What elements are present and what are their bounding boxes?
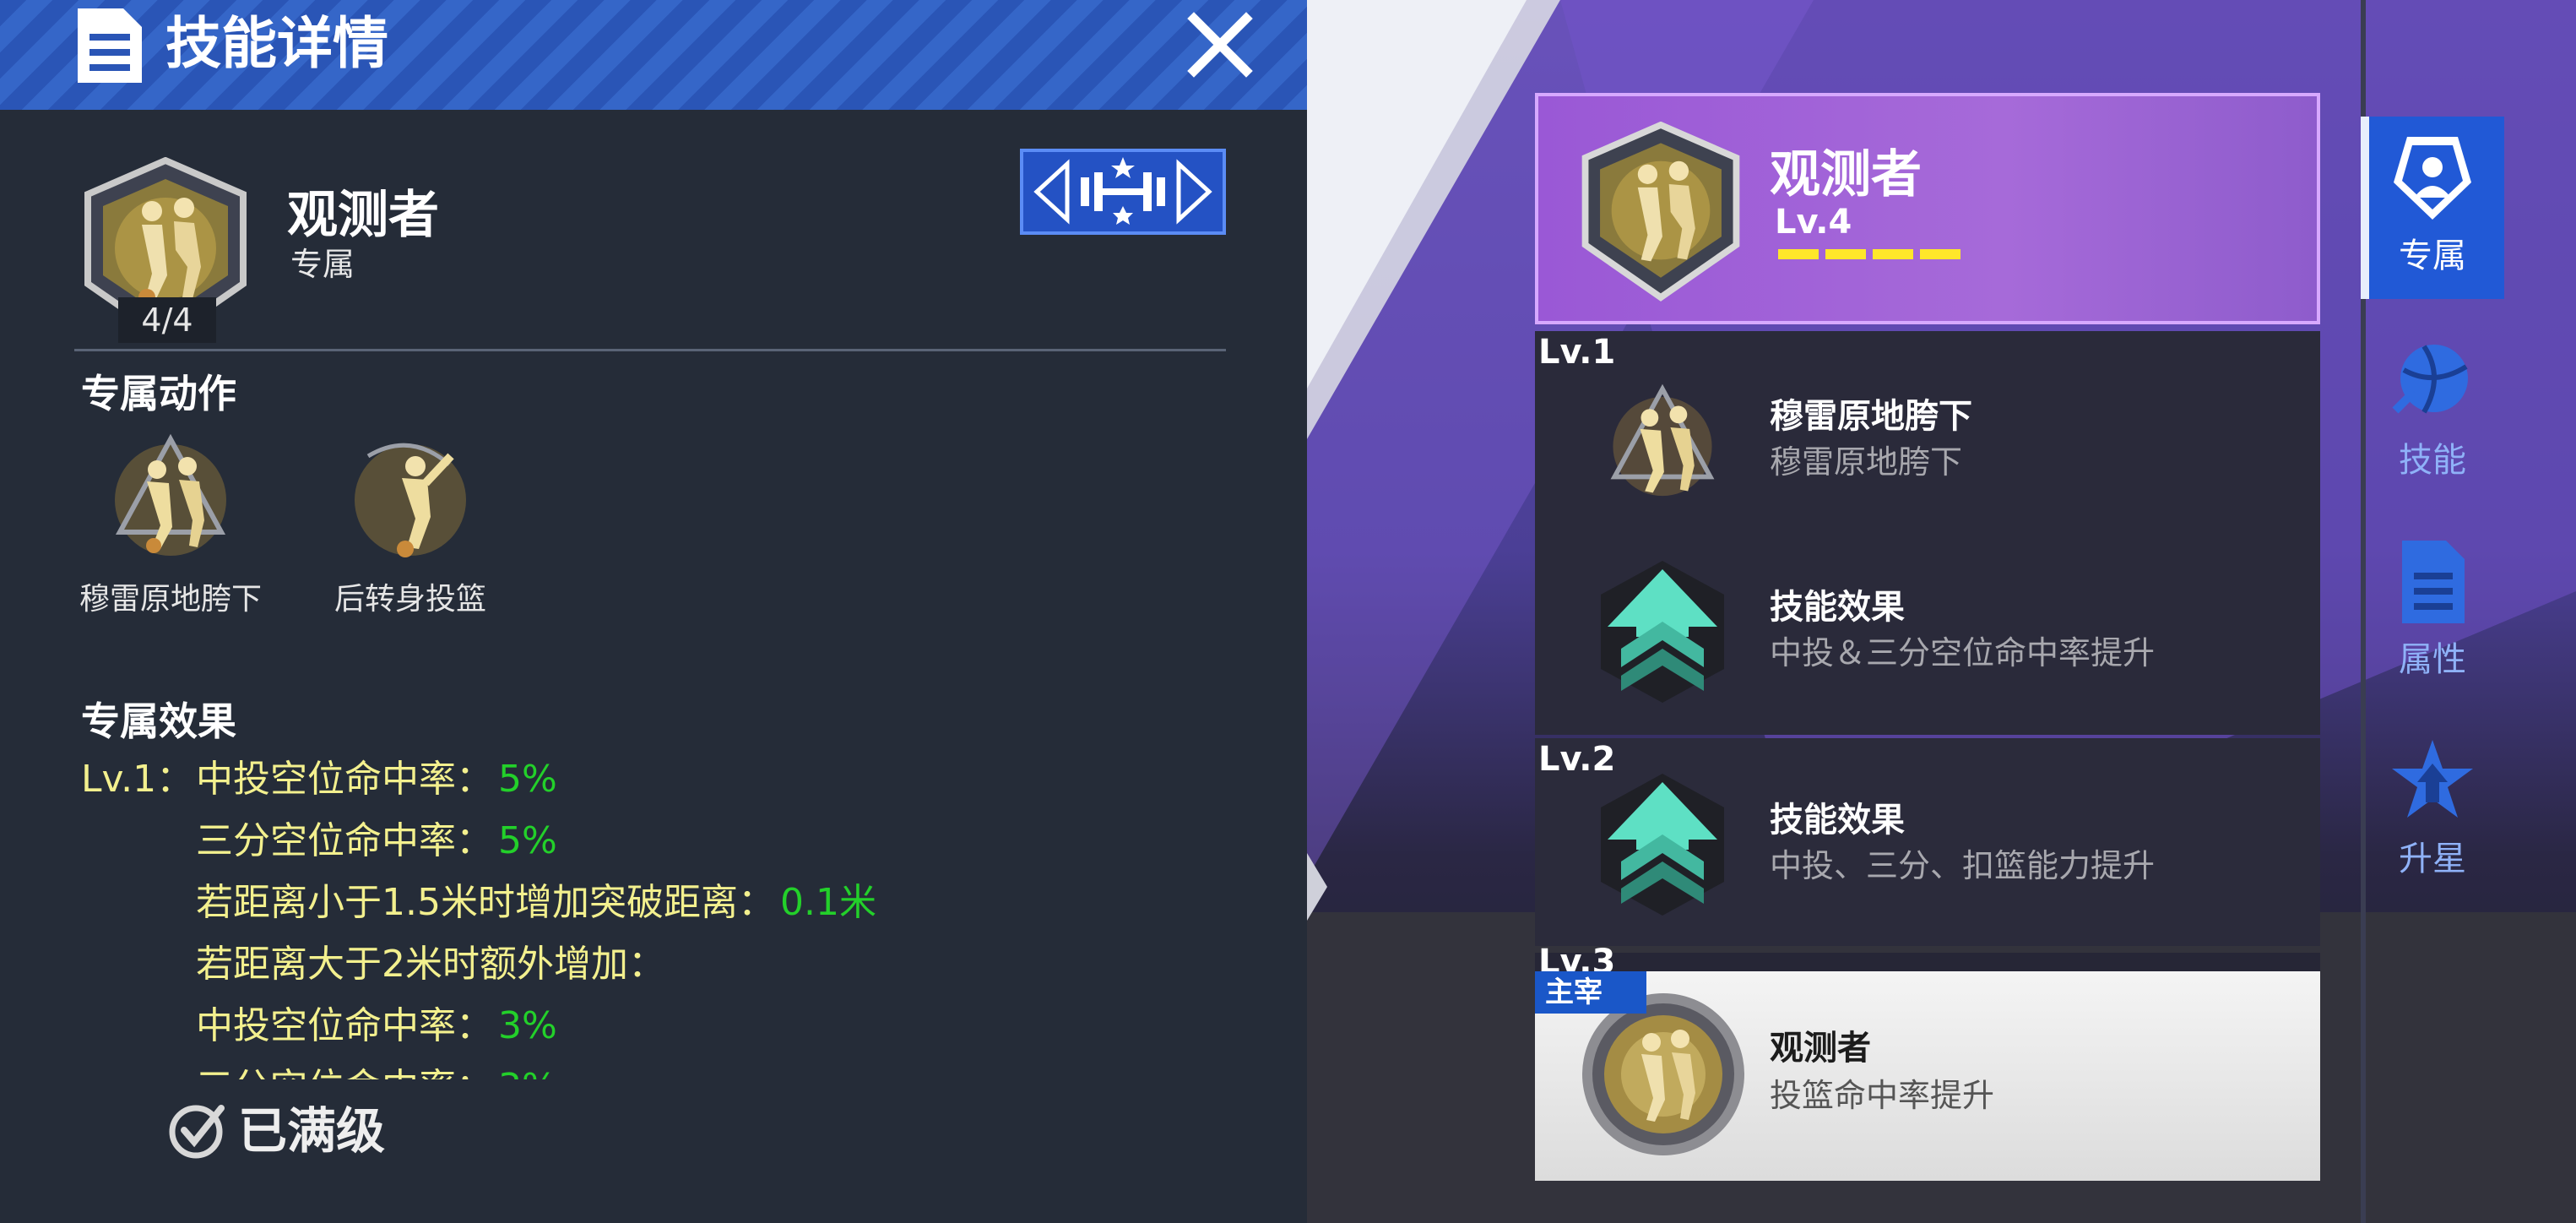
crossover-move-icon bbox=[115, 433, 226, 556]
unlock-row[interactable]: 技能效果 中投、三分、扣篮能力提升 bbox=[1535, 750, 2320, 944]
upgrade-arrow-icon bbox=[1601, 774, 1724, 916]
unlock-desc: 中投、三分、扣篮能力提升 bbox=[1770, 847, 2156, 884]
tab-attributes[interactable]: 属性 bbox=[2361, 520, 2504, 699]
effect-row: 三分空位命中率： 5% bbox=[196, 819, 557, 862]
max-level-label: 已满级 bbox=[238, 1102, 386, 1160]
level-bar bbox=[1825, 249, 1866, 259]
tab-label: 属性 bbox=[2399, 640, 2466, 679]
document-icon bbox=[2402, 541, 2465, 623]
master-skill-card[interactable]: 观测者 投篮命中率提升 bbox=[1535, 971, 2320, 1181]
effect-row: 若距离大于2米时额外增加： bbox=[196, 943, 665, 986]
skill-subtitle: 专属 bbox=[290, 246, 355, 283]
effect-row: 若距离小于1.5米时增加突破距离： 0.1米 bbox=[196, 881, 876, 924]
tab-exclusive[interactable]: 专属 bbox=[2361, 117, 2504, 299]
unlock-desc: 穆雷原地胯下 bbox=[1770, 443, 1963, 481]
level-bar bbox=[1778, 249, 1819, 259]
action-item[interactable]: 穆雷原地胯下 bbox=[69, 422, 272, 618]
skill-name: 观测者 bbox=[287, 186, 439, 245]
panel-header: 技能详情 bbox=[0, 0, 1307, 110]
divider bbox=[74, 349, 1226, 351]
master-badge-icon bbox=[1582, 993, 1744, 1155]
level-progress-bars bbox=[1778, 247, 1967, 263]
effect-row: Lv.1：中投空位命中率： 5% bbox=[81, 758, 557, 801]
unlock-title: 技能效果 bbox=[1770, 801, 1905, 840]
card-level: Lv.4 bbox=[1775, 203, 1852, 242]
current-level-card: 观测者 Lv.4 bbox=[1535, 93, 2320, 324]
dribble-type-icon bbox=[1020, 149, 1226, 235]
exclusive-effects-title: 专属效果 bbox=[81, 698, 236, 744]
upgrade-arrow-icon bbox=[1601, 561, 1724, 703]
unlock-desc: 中投＆三分空位命中率提升 bbox=[1770, 634, 2156, 671]
tab-skill[interactable]: 技能 bbox=[2361, 321, 2504, 500]
skill-detail-panel: 技能详情 4/4 观测者 专属 专属动作 穆雷原地胯下 后转身投篮 专属效果 L… bbox=[0, 0, 1307, 1223]
exclusive-icon bbox=[2394, 137, 2471, 220]
tab-label: 技能 bbox=[2399, 441, 2466, 480]
exclusive-actions-title: 专属动作 bbox=[81, 371, 236, 416]
turnaround-shot-icon bbox=[355, 443, 466, 557]
tab-star-up[interactable]: 升星 bbox=[2361, 720, 2504, 899]
unlock-row[interactable]: 穆雷原地胯下 穆雷原地胯下 bbox=[1535, 346, 2320, 541]
level-bar bbox=[1873, 249, 1913, 259]
master-title: 观测者 bbox=[1770, 1029, 1871, 1068]
level-section: Lv.2 技能效果 中投、三分、扣篮能力提升 bbox=[1535, 738, 2320, 946]
level-bar bbox=[1920, 249, 1960, 259]
star-up-icon bbox=[2392, 740, 2473, 818]
unlock-title: 技能效果 bbox=[1770, 588, 1905, 627]
unlock-row[interactable]: 技能效果 中投＆三分空位命中率提升 bbox=[1535, 537, 2320, 731]
skill-badge-icon bbox=[1581, 122, 1740, 302]
level-section: Lv.1 穆雷原地胯下 穆雷原地胯下 技能效果 中投＆三分空位命中率提升 bbox=[1535, 331, 2320, 735]
unlock-title: 穆雷原地胯下 bbox=[1770, 397, 1972, 436]
checkmark-icon bbox=[169, 1105, 225, 1159]
action-item[interactable]: 后转身投篮 bbox=[309, 422, 512, 618]
document-icon bbox=[78, 8, 142, 83]
action-label: 穆雷原地胯下 bbox=[79, 582, 262, 617]
action-label: 后转身投篮 bbox=[334, 582, 486, 617]
effect-row: 三分空位命中率：3% bbox=[81, 1057, 1179, 1079]
basketball-icon bbox=[2392, 345, 2468, 414]
tab-label: 升星 bbox=[2399, 840, 2466, 878]
card-skill-name: 观测者 bbox=[1770, 145, 1922, 204]
crossover-move-icon bbox=[1610, 383, 1715, 497]
badge-progress: 4/4 bbox=[118, 297, 216, 343]
tab-label: 专属 bbox=[2399, 236, 2466, 275]
master-tag: 主宰 bbox=[1535, 971, 1646, 1014]
page-title: 技能详情 bbox=[165, 11, 388, 76]
close-button[interactable] bbox=[1182, 7, 1258, 83]
effects-list[interactable]: Lv.1：中投空位命中率： 5% 三分空位命中率： 5% 若距离小于1.5米时增加突… bbox=[81, 748, 1179, 1079]
master-desc: 投篮命中率提升 bbox=[1770, 1077, 1995, 1114]
effect-row: 中投空位命中率： 3% bbox=[196, 1004, 557, 1047]
